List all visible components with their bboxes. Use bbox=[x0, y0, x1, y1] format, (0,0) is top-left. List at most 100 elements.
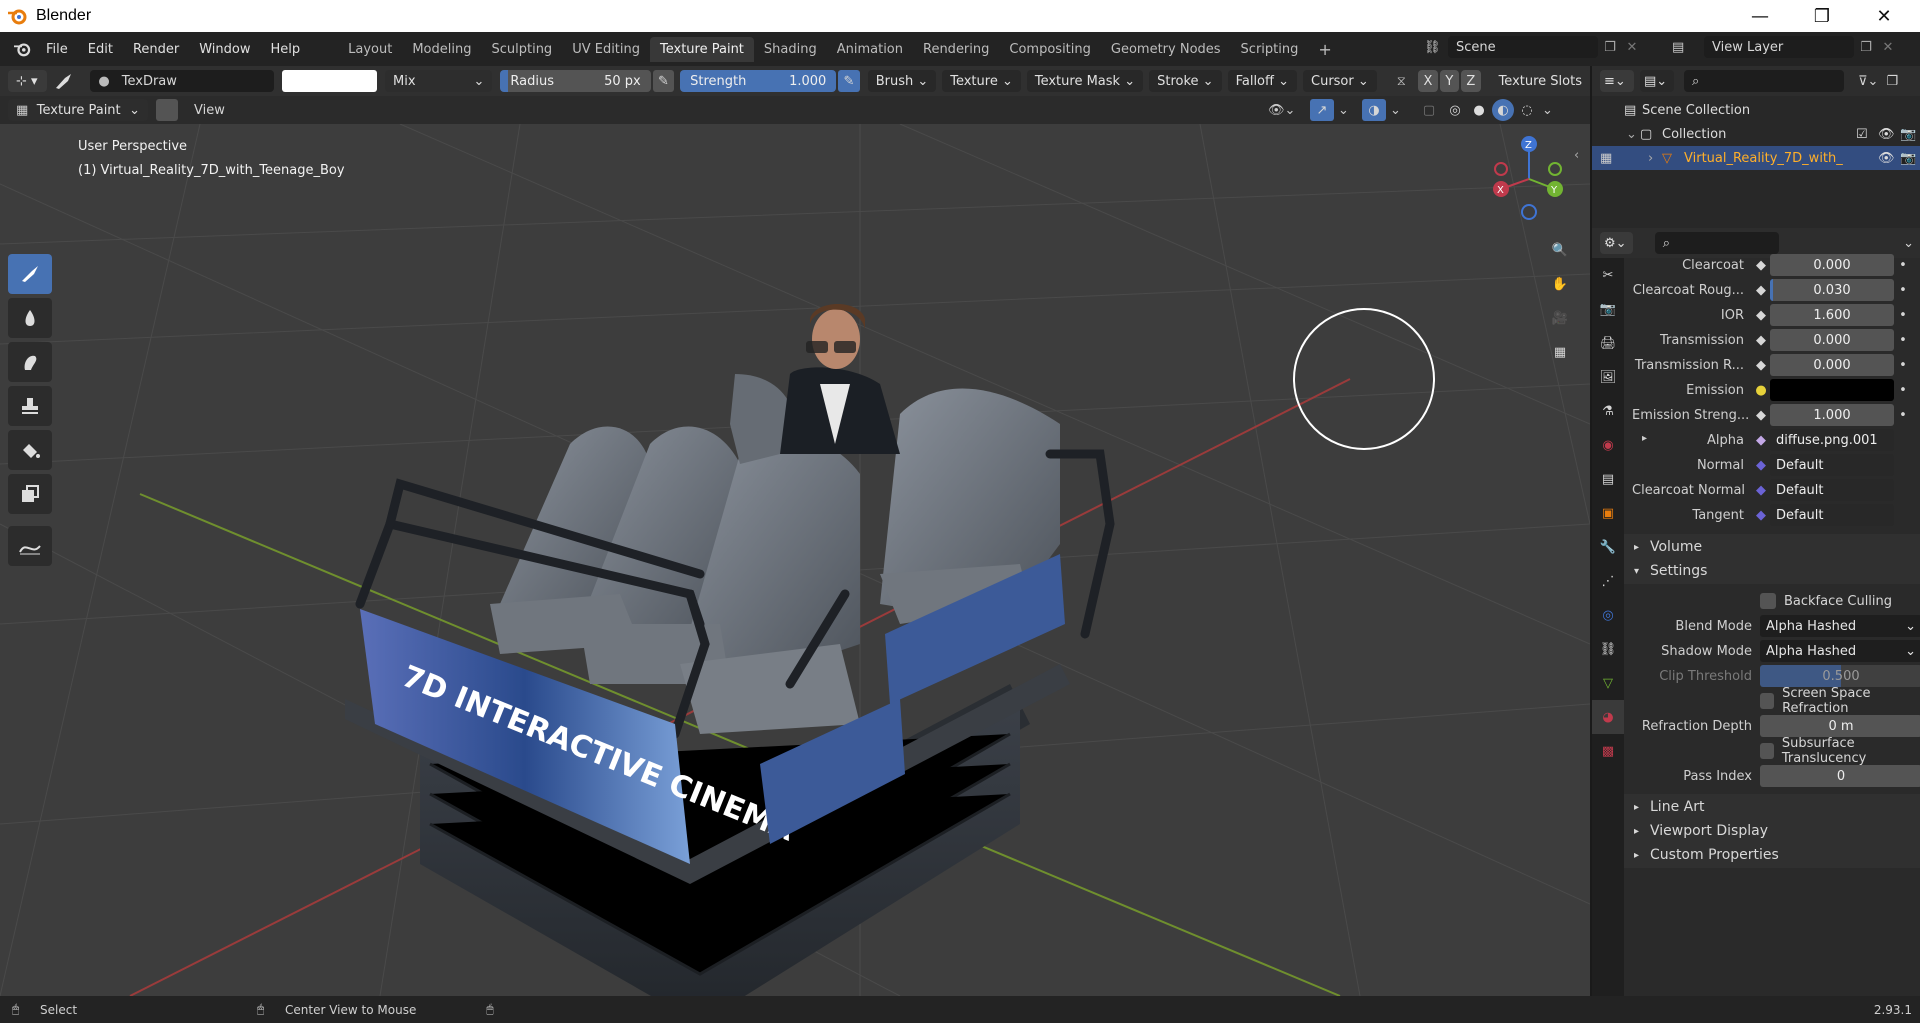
chevron-down-icon[interactable]: ⌄ bbox=[1542, 103, 1558, 118]
tab-sculpting[interactable]: Sculpting bbox=[481, 37, 562, 62]
ssr-row[interactable]: Screen Space Refraction bbox=[1632, 686, 1920, 716]
view-layer-tab-icon[interactable]: 🖼 bbox=[1592, 360, 1624, 394]
new-scene-icon[interactable]: ❐ bbox=[1598, 40, 1622, 55]
outliner-row-collection[interactable]: ⌄ ▢ Collection ☑ 👁 📷 bbox=[1592, 122, 1920, 146]
radius-pressure-icon[interactable]: ✎ bbox=[652, 70, 675, 92]
outliner-editor-type[interactable]: ≡⌄ bbox=[1600, 70, 1634, 92]
particles-tab-icon[interactable]: ⋰ bbox=[1592, 564, 1624, 598]
panel-viewport-display[interactable]: ▸ Viewport Display bbox=[1624, 818, 1920, 844]
xray-toggle-icon[interactable]: ▢ bbox=[1418, 99, 1440, 121]
zoom-icon[interactable]: 🔍 bbox=[1546, 236, 1574, 264]
falloff-dropdown[interactable]: Falloff ⌄ bbox=[1227, 70, 1297, 92]
gizmo-toggle-icon[interactable]: ↗ bbox=[1310, 99, 1334, 121]
tab-uv-editing[interactable]: UV Editing bbox=[562, 37, 650, 62]
strength-pressure-icon[interactable]: ✎ bbox=[838, 70, 860, 92]
chevron-down-icon[interactable]: ⌄ bbox=[1903, 236, 1914, 251]
navigation-gizmo[interactable]: Z X Y bbox=[1485, 134, 1575, 224]
scene-name-field[interactable]: Scene bbox=[1448, 36, 1598, 58]
draw-tool-icon[interactable] bbox=[8, 254, 52, 294]
visibility-icon[interactable]: 👁⌄ bbox=[1268, 103, 1296, 118]
mask-tool-icon[interactable] bbox=[8, 474, 52, 514]
rendered-shading-icon[interactable]: ◌ bbox=[1516, 99, 1538, 121]
render-tab-icon[interactable]: 📷 bbox=[1592, 292, 1624, 326]
cursor-dropdown[interactable]: Cursor ⌄ bbox=[1303, 70, 1377, 92]
view-layer-field[interactable]: View Layer bbox=[1704, 36, 1854, 58]
world-tab-icon[interactable]: ◉ bbox=[1592, 428, 1624, 462]
texture-tab-icon[interactable]: ▩ bbox=[1592, 734, 1624, 768]
close-button[interactable]: ✕ bbox=[1856, 0, 1912, 32]
texture-slots-button[interactable]: Texture Slots bbox=[1490, 70, 1590, 92]
blend-mode-dropdown[interactable]: Alpha Hashed ⌄ bbox=[1760, 615, 1920, 637]
object-tab-icon[interactable]: ▣ bbox=[1592, 496, 1624, 530]
solid-shading-icon[interactable]: ● bbox=[1468, 99, 1490, 121]
mirror-x-toggle[interactable]: X bbox=[1418, 70, 1438, 92]
tab-scripting[interactable]: Scripting bbox=[1231, 37, 1309, 62]
soften-tool-icon[interactable] bbox=[8, 298, 52, 338]
tab-modeling[interactable]: Modeling bbox=[402, 37, 481, 62]
filter-icon[interactable]: ⊽⌄ bbox=[1858, 74, 1878, 89]
properties-search-input[interactable]: ⌕ bbox=[1654, 232, 1780, 254]
panel-settings[interactable]: ▾ Settings bbox=[1624, 558, 1920, 584]
view-menu[interactable]: View bbox=[194, 103, 225, 118]
scene-tab-icon[interactable]: ⚗ bbox=[1592, 394, 1624, 428]
chevron-down-icon[interactable]: ⌄ bbox=[1338, 103, 1354, 118]
tab-rendering[interactable]: Rendering bbox=[913, 37, 999, 62]
mirror-z-toggle[interactable]: Z bbox=[1461, 70, 1481, 92]
fill-tool-icon[interactable] bbox=[8, 430, 52, 470]
eye-icon[interactable]: 👁 bbox=[1878, 151, 1900, 166]
wireframe-shading-icon[interactable]: ◎ bbox=[1444, 99, 1466, 121]
shadow-mode-dropdown[interactable]: Alpha Hashed ⌄ bbox=[1760, 640, 1920, 662]
subsurface-translucency-checkbox[interactable] bbox=[1760, 743, 1774, 759]
physics-tab-icon[interactable]: ◎ bbox=[1592, 598, 1624, 632]
clip-threshold-slider[interactable]: 0.500 bbox=[1760, 665, 1920, 687]
backface-culling-checkbox[interactable] bbox=[1760, 593, 1776, 609]
sidebar-toggle-icon[interactable]: ‹ bbox=[1574, 148, 1579, 163]
stroke-dropdown[interactable]: Stroke ⌄ bbox=[1149, 70, 1222, 92]
exclude-checkbox-icon[interactable]: ☑ bbox=[1856, 127, 1878, 142]
restore-button[interactable]: ❐ bbox=[1794, 0, 1850, 32]
tool-tab-icon[interactable]: ✂ bbox=[1592, 258, 1624, 292]
remove-view-layer-icon[interactable]: ✕ bbox=[1878, 40, 1898, 55]
radius-slider[interactable]: Radius 50 px bbox=[500, 70, 651, 92]
3d-viewport[interactable]: 7D INTERACTIVE CINEMA User Perspective (… bbox=[0, 124, 1590, 996]
ior-field[interactable]: 1.600 bbox=[1770, 304, 1894, 326]
clearcoat-roughness-field[interactable]: 0.030 bbox=[1770, 279, 1894, 301]
emission-strength-field[interactable]: 1.000 bbox=[1770, 404, 1894, 426]
output-tab-icon[interactable]: 🖨 bbox=[1592, 326, 1624, 360]
collection-tab-icon[interactable]: ▤ bbox=[1592, 462, 1624, 496]
editor-type-dropdown[interactable]: ⊹ ▾ bbox=[8, 70, 48, 92]
subsurface-row[interactable]: Subsurface Translucency bbox=[1632, 736, 1920, 766]
properties-editor-type[interactable]: ⚙⌄ bbox=[1600, 232, 1633, 254]
tab-compositing[interactable]: Compositing bbox=[999, 37, 1101, 62]
clearcoat-normal-link-field[interactable]: Default bbox=[1770, 479, 1894, 501]
display-mode-icon[interactable]: ▤⌄ bbox=[1640, 70, 1674, 92]
pass-index-field[interactable]: 0 bbox=[1760, 765, 1920, 787]
texture-mask-dropdown[interactable]: Texture Mask ⌄ bbox=[1026, 70, 1144, 92]
new-view-layer-icon[interactable]: ❐ bbox=[1854, 40, 1878, 55]
menu-window[interactable]: Window bbox=[189, 42, 260, 57]
smear-tool-icon[interactable] bbox=[8, 342, 52, 382]
brush-name-field[interactable]: ● TexDraw bbox=[90, 70, 274, 92]
expand-icon[interactable]: ▸ bbox=[1642, 433, 1647, 444]
clone-tool-icon[interactable] bbox=[8, 386, 52, 426]
outliner-row-object[interactable]: ▦ › ▽ Virtual_Reality_7D_with_ 👁 📷 bbox=[1592, 146, 1920, 170]
paint-mask-toggle[interactable] bbox=[156, 99, 178, 121]
strength-slider[interactable]: Strength 1.000 bbox=[680, 70, 837, 92]
color-swatch[interactable] bbox=[281, 70, 377, 92]
tangent-link-field[interactable]: Default bbox=[1770, 504, 1894, 526]
screen-space-refraction-checkbox[interactable] bbox=[1760, 693, 1775, 709]
panel-custom-properties[interactable]: ▸ Custom Properties bbox=[1624, 842, 1920, 868]
panel-volume[interactable]: ▸ Volume bbox=[1624, 534, 1920, 560]
tab-texture-paint[interactable]: Texture Paint bbox=[650, 36, 754, 62]
brush-dropdown[interactable]: Brush ⌄ bbox=[867, 70, 937, 92]
menu-file[interactable]: File bbox=[36, 42, 78, 57]
tab-animation[interactable]: Animation bbox=[827, 37, 913, 62]
camera-render-icon[interactable]: 📷 bbox=[1900, 151, 1920, 166]
new-collection-icon[interactable]: ❐ bbox=[1886, 74, 1898, 89]
chevron-down-icon[interactable]: ⌄ bbox=[1390, 103, 1406, 118]
pan-hand-icon[interactable]: ✋ bbox=[1546, 270, 1574, 298]
view-layer-selector[interactable]: ▤ View Layer ❐ ✕ bbox=[1672, 36, 1898, 58]
mirror-y-toggle[interactable]: Y bbox=[1439, 70, 1460, 92]
tab-shading[interactable]: Shading bbox=[754, 37, 827, 62]
overlays-toggle-icon[interactable]: ◑ bbox=[1362, 99, 1386, 121]
